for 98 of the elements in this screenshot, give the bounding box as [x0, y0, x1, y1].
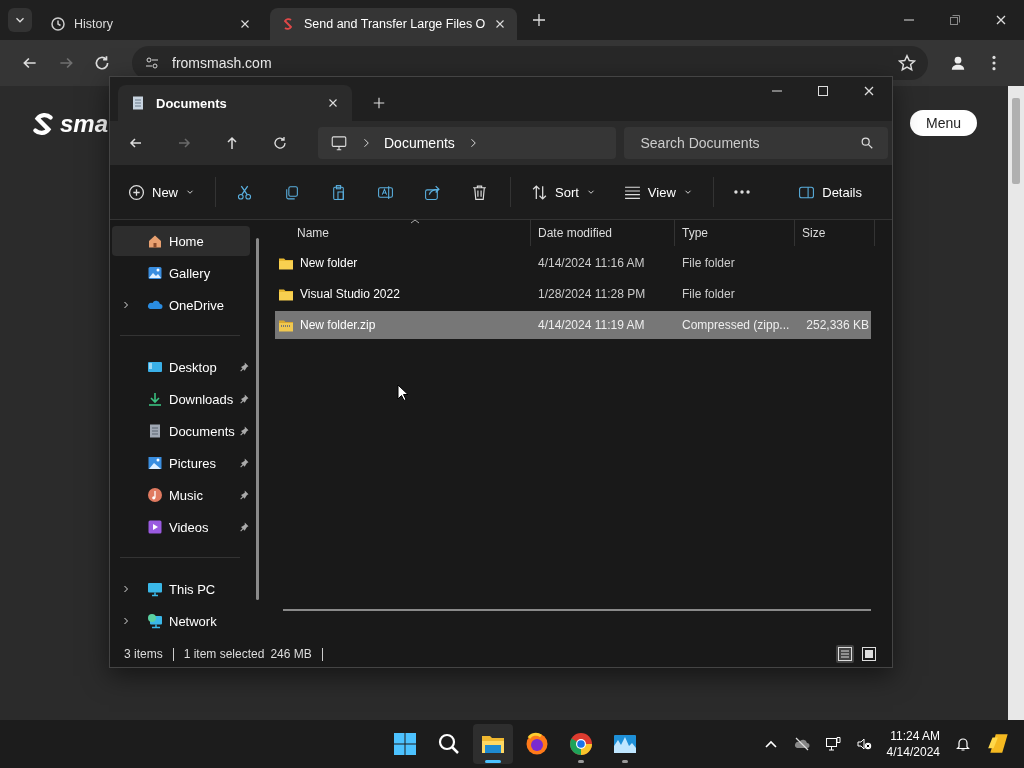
details-view-icon[interactable]: [836, 645, 854, 663]
type-cell-text: File folder: [681, 256, 736, 270]
document-icon: [130, 95, 146, 111]
scrollbar[interactable]: [283, 609, 871, 611]
browser-icon: [525, 732, 549, 756]
plus-icon[interactable]: [531, 12, 548, 28]
gallery-icon: [147, 265, 163, 281]
download-icon: [147, 391, 163, 407]
sidebar-item[interactable]: Network: [112, 606, 250, 636]
sidebar-item[interactable]: Home: [112, 226, 250, 256]
search-field[interactable]: Search Documents: [638, 134, 860, 152]
column-header[interactable]: Name: [275, 220, 531, 246]
url-text: fromsmash.com: [172, 55, 272, 71]
site-settings-icon[interactable]: [144, 55, 160, 71]
tab-title: Documents: [156, 95, 227, 111]
details-button[interactable]: Details: [790, 175, 870, 209]
file-name: New folder: [300, 256, 358, 270]
column-header[interactable]: Type: [675, 220, 795, 246]
sidebar-item[interactable]: Gallery: [112, 258, 250, 288]
type-cell-text: File folder: [681, 287, 736, 301]
file-name: Visual Studio 2022: [300, 287, 400, 301]
bell-icon[interactable]: [955, 736, 971, 752]
maximize-icon[interactable]: [815, 83, 831, 99]
music-icon: [147, 487, 163, 503]
sidebar-item[interactable]: Desktop: [112, 352, 250, 382]
breadcrumb-item[interactable]: Documents: [384, 135, 455, 151]
scissors-icon: [236, 183, 253, 201]
cloud-off-icon[interactable]: [793, 736, 810, 752]
file-row[interactable]: New folder 4/14/2024 11:16 AM File folder: [275, 249, 871, 277]
taskbar-app[interactable]: [473, 724, 513, 764]
search-icon: [437, 732, 461, 756]
file-name: New folder.zip: [300, 318, 376, 332]
share-icon: [424, 183, 441, 201]
more-icon: [733, 190, 750, 194]
date-cell-text: 4/14/2024 11:19 AM: [537, 318, 646, 332]
type-cell-text: Compressed (zipp...: [681, 318, 791, 332]
windows-start-icon: [393, 732, 417, 756]
refresh-icon[interactable]: [272, 135, 288, 151]
size-cell-text: 252,336 KB: [805, 318, 870, 332]
picture-icon: [147, 455, 163, 471]
copy-icon: [283, 183, 300, 201]
sidebar-item[interactable]: Music: [112, 480, 250, 510]
column-header[interactable]: Size: [795, 220, 875, 246]
scrollbar[interactable]: [1008, 86, 1024, 720]
selection-info: 1 item selected: [183, 647, 265, 661]
file-row[interactable]: Visual Studio 2022 1/28/2024 11:28 PM File folder: [275, 280, 871, 308]
history-icon: [50, 16, 66, 32]
date-cell-text: 1/28/2024 11:28 PM: [537, 287, 647, 301]
profile-icon[interactable]: [949, 54, 967, 72]
desktop-icon: [147, 359, 163, 375]
tab-title: History: [74, 17, 114, 31]
tab-list-button[interactable]: [8, 8, 32, 32]
view-button[interactable]: View: [615, 175, 701, 209]
selection-size: 246 MB: [270, 647, 312, 661]
reload-icon[interactable]: [93, 54, 111, 72]
sort-button[interactable]: Sort: [523, 175, 604, 209]
tab-title: Send and Transfer Large Files O: [304, 17, 486, 31]
menu-button[interactable]: Menu: [909, 110, 977, 136]
sidebar-item[interactable]: Downloads: [112, 384, 250, 414]
item-count: 3 items: [124, 647, 163, 661]
star-icon[interactable]: [898, 54, 916, 72]
sidebar-item[interactable]: Documents: [112, 416, 250, 446]
search-icon: [860, 136, 874, 150]
browser-icon: [569, 732, 593, 756]
home-icon: [147, 233, 163, 249]
sidebar-item[interactable]: Pictures: [112, 448, 250, 478]
address-bar[interactable]: Documents: [318, 127, 617, 159]
sidebar-item[interactable]: Videos: [112, 512, 250, 542]
scrollbar[interactable]: [256, 238, 259, 600]
new-button[interactable]: New: [120, 175, 203, 209]
trash-icon: [471, 183, 488, 201]
muted-speaker-icon[interactable]: [855, 736, 872, 752]
window-tab[interactable]: Documents: [118, 85, 352, 121]
network-icon: [147, 613, 163, 629]
browser-tab[interactable]: History: [40, 8, 262, 40]
photo-app-icon: [613, 732, 637, 756]
date-cell-text: 4/14/2024 11:16 AM: [537, 256, 646, 270]
sort-icon: [531, 183, 548, 201]
clipboard-icon: [330, 183, 347, 201]
clock[interactable]: 11:24 AM 4/14/2024: [886, 728, 940, 760]
plus-icon[interactable]: [372, 96, 386, 110]
monitor-icon: [147, 581, 163, 597]
sidebar-item[interactable]: OneDrive: [112, 290, 250, 320]
plus-circle-icon: [128, 183, 145, 201]
computer-icon: [330, 134, 348, 152]
search-box[interactable]: Search Documents: [624, 127, 888, 159]
restore-icon[interactable]: [947, 12, 963, 28]
browser-tab[interactable]: Send and Transfer Large Files O: [270, 8, 518, 40]
logo-text[interactable]: sma: [60, 110, 109, 138]
tiles-view-icon[interactable]: [860, 645, 878, 663]
file-row[interactable]: New folder.zip 4/14/2024 11:19 AM Compressed (zipp... 252,336 KB: [275, 311, 871, 339]
logo-icon[interactable]: [30, 111, 56, 137]
network-icon[interactable]: [824, 736, 841, 752]
video-icon: [147, 519, 163, 535]
rename-icon: [377, 183, 394, 201]
column-header[interactable]: Date modified: [531, 220, 675, 246]
document-icon: [147, 423, 163, 439]
sidebar-item[interactable]: This PC: [112, 574, 250, 604]
